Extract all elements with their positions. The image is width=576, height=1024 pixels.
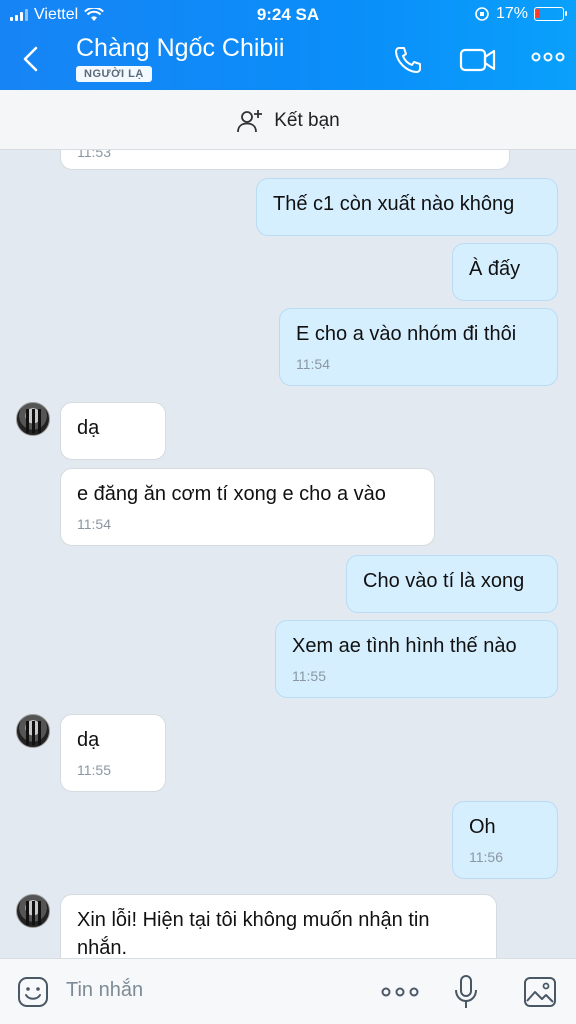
battery-percent: 17%: [495, 5, 528, 22]
message-text: Thế c1 còn xuất nào không: [273, 193, 515, 215]
message-time: 11:54: [296, 356, 330, 372]
status-right: 17%: [474, 5, 567, 23]
more-icon[interactable]: [380, 986, 420, 998]
video-camera-icon[interactable]: [458, 44, 498, 76]
avatar[interactable]: [16, 402, 50, 436]
message-text: Xem ae tình hình thế nào: [292, 635, 517, 657]
message-text: e đăng ăn cơm tí xong e cho a vào: [77, 483, 386, 505]
battery-icon: [534, 7, 567, 21]
microphone-icon[interactable]: [452, 973, 480, 1011]
message-text: À đấy: [469, 258, 521, 280]
message-text: Xin lỗi! Hiện tại tôi không muốn nhận ti…: [77, 909, 430, 931]
back-button[interactable]: [16, 42, 44, 76]
message-bubble-outgoing[interactable]: E cho a vào nhóm đi thôi 11:54: [279, 308, 558, 386]
more-icon[interactable]: [530, 50, 566, 64]
message-input[interactable]: Tin nhắn: [66, 979, 143, 1002]
add-friend-bar[interactable]: Kết bạn: [0, 90, 576, 150]
battery-level: [536, 9, 540, 18]
message-time: 11:53: [77, 150, 111, 160]
avatar[interactable]: [16, 894, 50, 928]
message-text: dạ: [77, 417, 100, 439]
message-bubble-incoming[interactable]: dạ 11:55: [60, 714, 166, 792]
message-bubble-outgoing[interactable]: Thế c1 còn xuất nào không: [256, 178, 558, 236]
sticker-icon[interactable]: [16, 975, 50, 1009]
message-time: 11:55: [77, 762, 111, 778]
message-text: Oh: [469, 816, 496, 838]
message-bubble-incoming[interactable]: 11:53: [60, 150, 510, 170]
add-user-icon: [237, 110, 263, 133]
message-text: Cho vào tí là xong: [363, 570, 525, 592]
add-friend-button[interactable]: Kết bạn: [0, 108, 576, 134]
message-text: nhắn.: [77, 937, 128, 958]
avatar[interactable]: [16, 714, 50, 748]
image-icon[interactable]: [522, 975, 558, 1009]
header: Viettel 9:24 SA 17% Chàng Ngốc Chibii NG…: [0, 0, 576, 90]
message-time: 11:54: [77, 516, 111, 532]
status-bar: Viettel 9:24 SA 17%: [0, 0, 576, 30]
phone-icon[interactable]: [392, 44, 424, 76]
message-time: 11:56: [469, 849, 503, 865]
message-list[interactable]: 11:53 Thế c1 còn xuất nào không À đấy E …: [0, 150, 576, 958]
message-bubble-incoming[interactable]: e đăng ăn cơm tí xong e cho a vào 11:54: [60, 468, 435, 546]
message-bubble-incoming[interactable]: Xin lỗi! Hiện tại tôi không muốn nhận ti…: [60, 894, 497, 958]
message-bubble-incoming[interactable]: dạ: [60, 402, 166, 460]
message-bubble-outgoing[interactable]: Oh 11:56: [452, 801, 558, 879]
conversation-title[interactable]: Chàng Ngốc Chibii: [76, 34, 284, 63]
composer-bar: Tin nhắn: [0, 958, 576, 1024]
message-time: 11:55: [292, 668, 326, 684]
orientation-lock-icon: [475, 7, 489, 21]
message-text: dạ: [77, 729, 100, 751]
stranger-badge: NGƯỜI LẠ: [76, 66, 152, 82]
message-text: E cho a vào nhóm đi thôi: [296, 323, 517, 345]
message-bubble-outgoing[interactable]: À đấy: [452, 243, 558, 301]
message-bubble-outgoing[interactable]: Xem ae tình hình thế nào 11:55: [275, 620, 558, 698]
add-friend-label: Kết bạn: [274, 110, 340, 131]
message-bubble-outgoing[interactable]: Cho vào tí là xong: [346, 555, 558, 613]
